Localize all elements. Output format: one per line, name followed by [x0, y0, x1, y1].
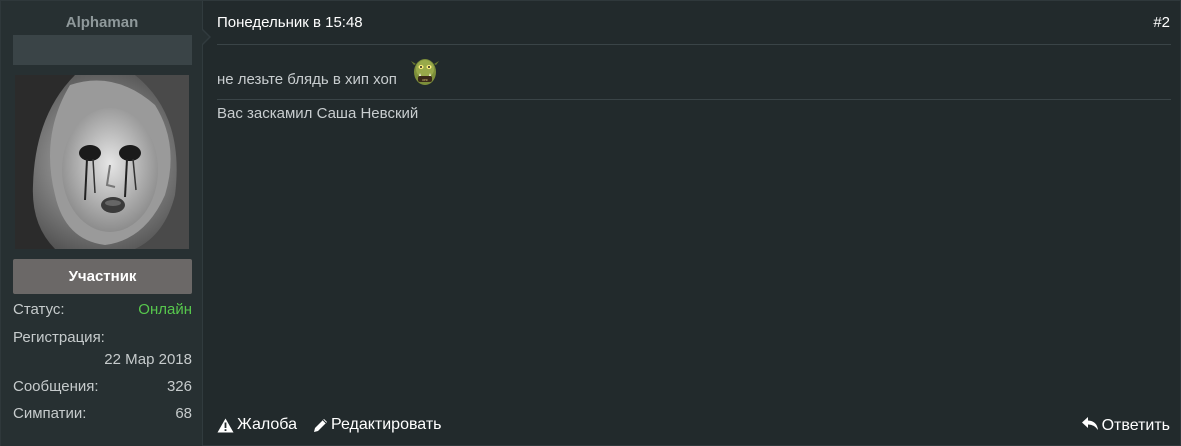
avatar[interactable] — [15, 75, 189, 249]
signature-divider — [217, 99, 1171, 100]
likes-label: Симпатии: — [13, 405, 87, 422]
user-title-bar — [13, 35, 192, 65]
reply-button[interactable]: Ответить — [1081, 416, 1170, 436]
message-text: не лезьте блядь в хип хоп — [217, 70, 397, 88]
registration-value: 22 Мар 2018 — [104, 351, 192, 368]
post-content: Понедельник в 15:48 #2 не лезьте блядь в… — [204, 1, 1181, 446]
signature-text: Вас заскамил Саша Невский — [217, 105, 419, 122]
status-value: Онлайн — [138, 301, 192, 318]
warning-triangle-icon — [217, 418, 234, 433]
forum-post: Alphaman Участник Статус: Онлайн Регистр… — [0, 0, 1181, 446]
reply-arrow-icon — [1081, 416, 1099, 436]
header-divider — [217, 44, 1171, 45]
stat-registration: Регистрация: — [13, 329, 192, 346]
user-role-badge: Участник — [13, 259, 192, 294]
stat-messages: Сообщения: 326 — [13, 378, 192, 395]
orc-smiley-icon: orc — [410, 55, 439, 91]
registration-label: Регистрация: — [13, 329, 105, 346]
post-date[interactable]: Понедельник в 15:48 — [217, 14, 363, 31]
post-message: не лезьте блядь в хип хоп orc — [217, 59, 439, 91]
post-number[interactable]: #2 — [1153, 14, 1170, 31]
edit-label: Редактировать — [330, 416, 442, 433]
edit-button[interactable]: Редактировать — [313, 416, 442, 434]
user-info-panel: Alphaman Участник Статус: Онлайн Регистр… — [1, 1, 203, 446]
pencil-icon — [313, 418, 328, 433]
messages-value[interactable]: 326 — [167, 378, 192, 395]
report-label: Жалоба — [237, 416, 297, 433]
stat-likes: Симпатии: 68 — [13, 405, 192, 422]
report-button[interactable]: Жалоба — [217, 416, 297, 434]
messages-label: Сообщения: — [13, 378, 99, 395]
svg-text:orc: orc — [422, 77, 428, 82]
stat-status: Статус: Онлайн — [13, 301, 192, 318]
status-label: Статус: — [13, 301, 65, 318]
likes-value: 68 — [175, 405, 192, 422]
username[interactable]: Alphaman — [1, 14, 203, 31]
reply-label: Ответить — [1101, 417, 1170, 434]
post-actions: Жалоба Редактировать — [217, 416, 442, 434]
avatar-image — [15, 75, 189, 249]
